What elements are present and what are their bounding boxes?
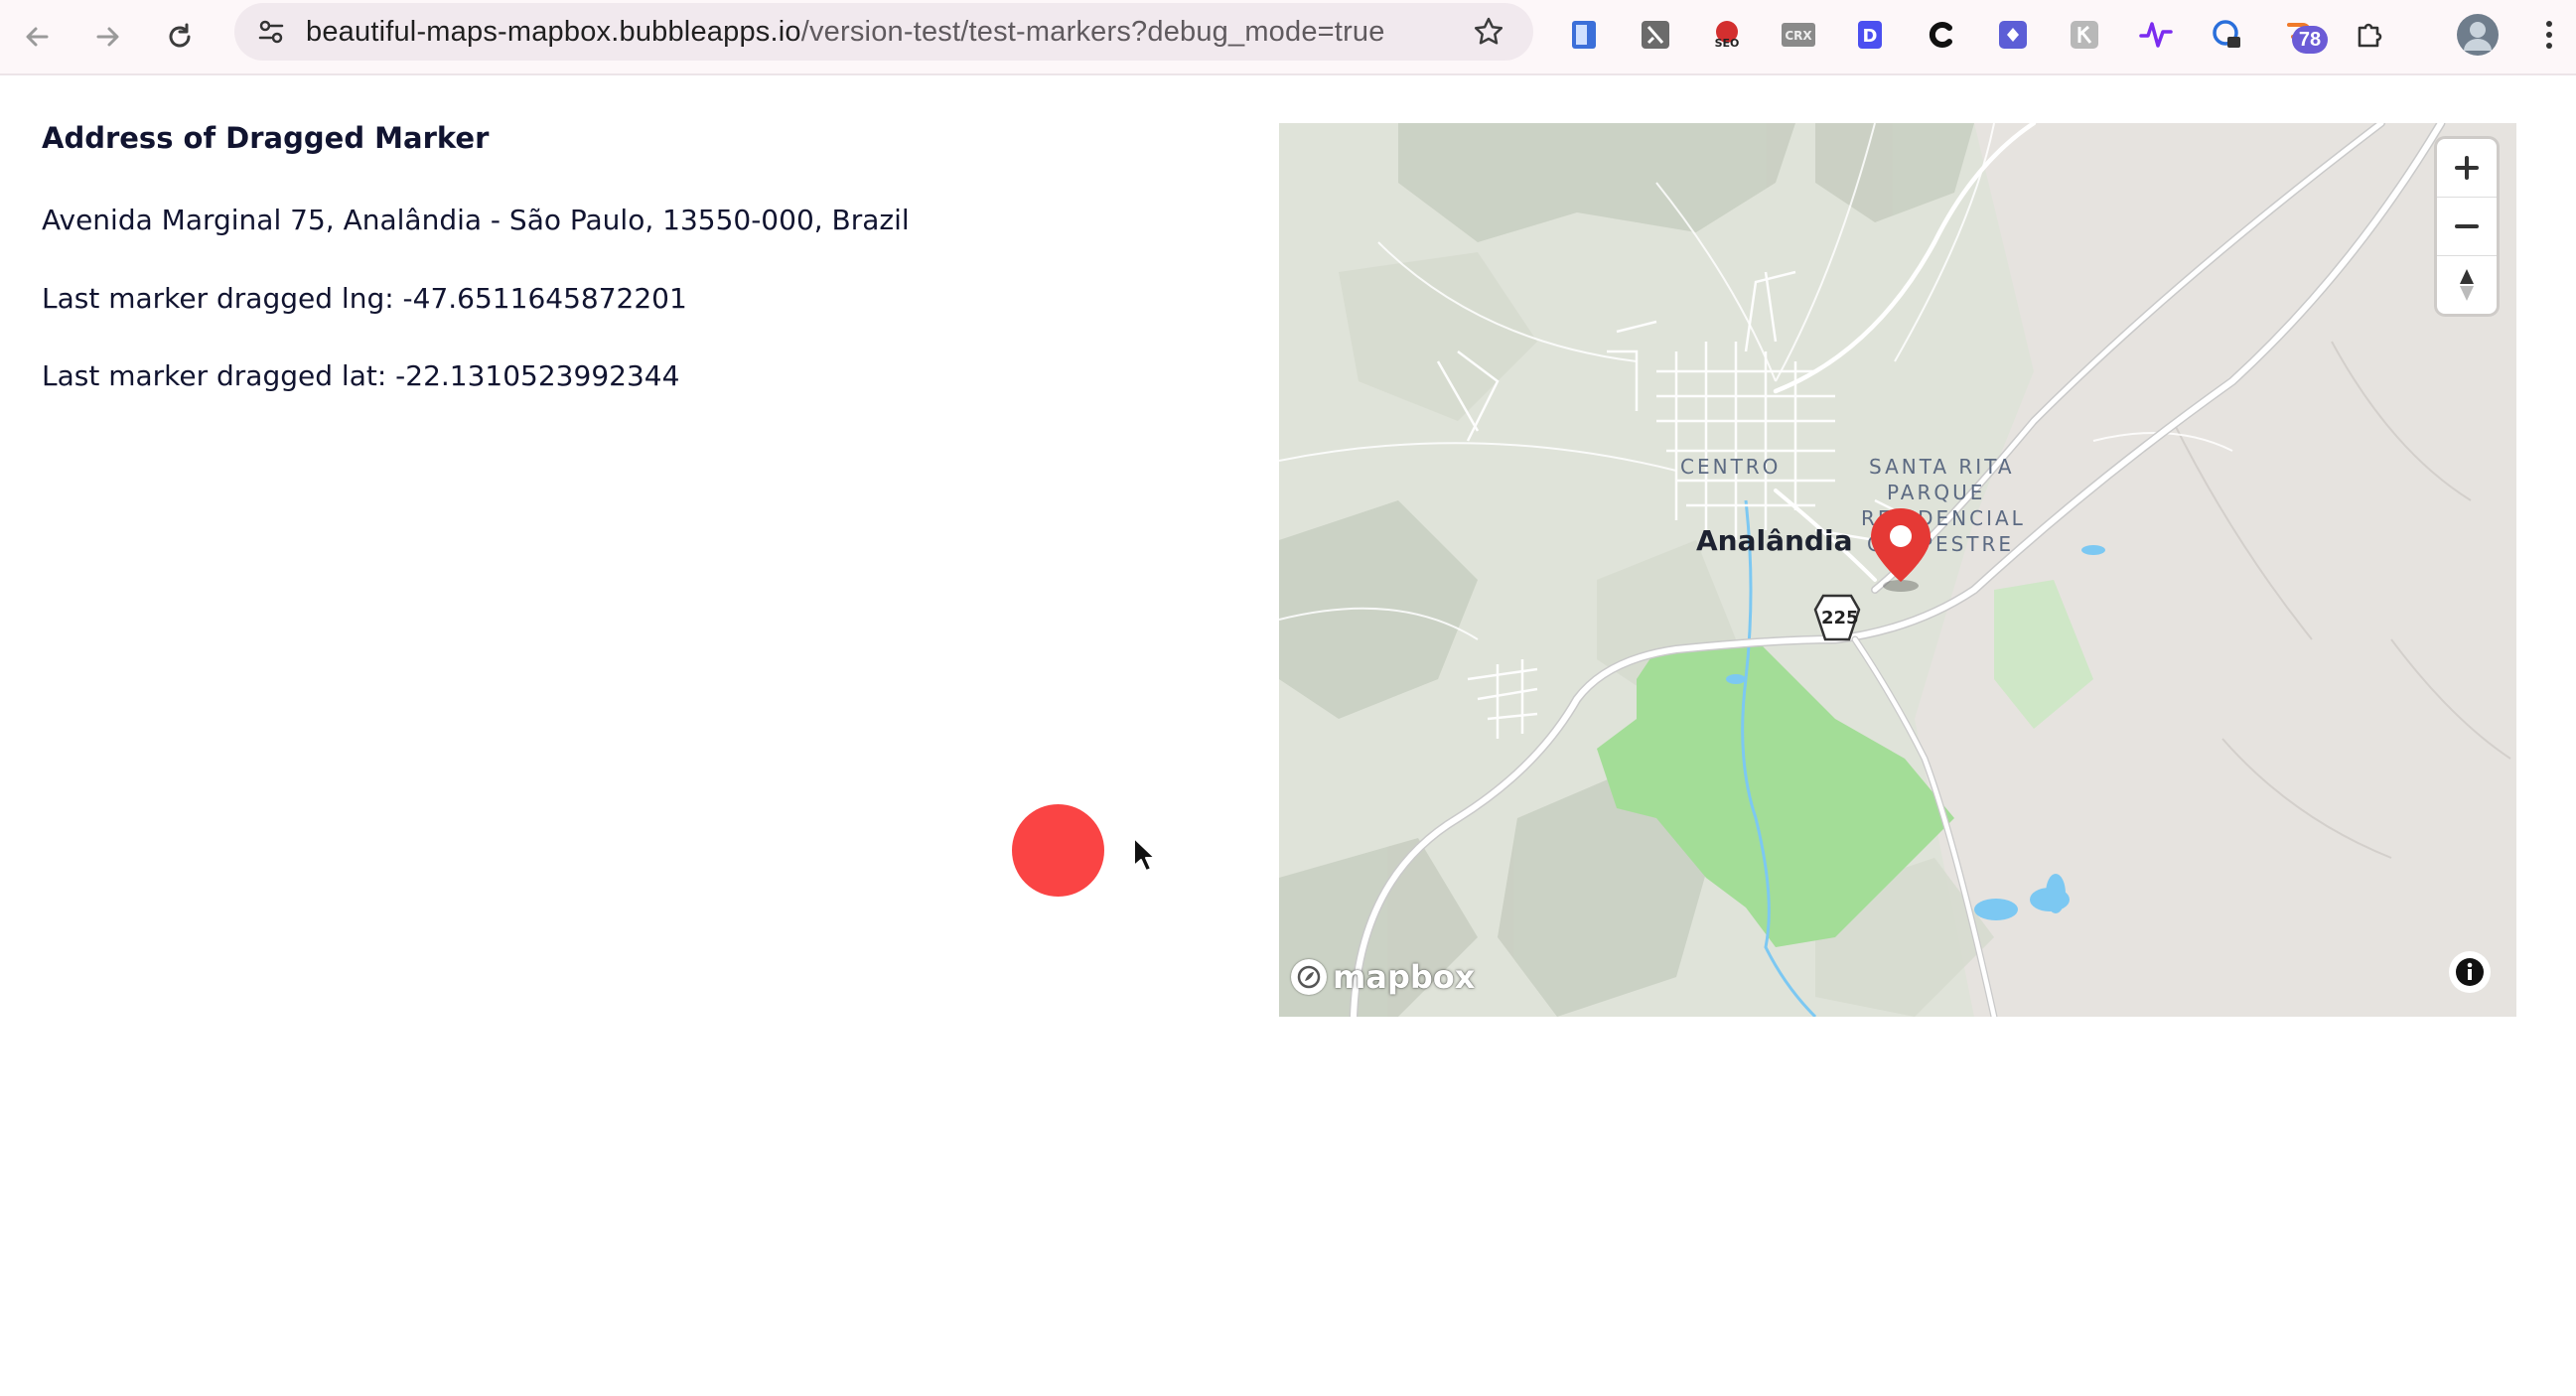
extension-seo-icon[interactable]: SEO [1700, 8, 1754, 62]
address-text: Avenida Marginal 75, Analândia - São Pau… [42, 204, 910, 236]
profile-avatar[interactable] [2451, 8, 2504, 62]
mapbox-logo[interactable]: mapbox [1291, 957, 1475, 997]
extension-book-icon[interactable] [1557, 8, 1611, 62]
map-marker-pin[interactable] [1867, 506, 1934, 599]
forward-arrow-icon[interactable] [81, 10, 135, 64]
map-label-parque: PARQUE [1887, 481, 1986, 504]
extension-puzzle-blue-icon[interactable] [1986, 8, 2040, 62]
extensions-puzzle-icon[interactable] [2344, 8, 2397, 62]
more-menu-icon[interactable] [2522, 8, 2576, 62]
mouse-cursor-icon [1132, 836, 1158, 877]
bookmark-star-icon[interactable] [1462, 5, 1515, 59]
last-lat-text: Last marker dragged lat: -22.13105239923… [42, 359, 680, 392]
mapbox-wordmark: mapbox [1333, 958, 1476, 996]
svg-text:SEO: SEO [1715, 37, 1740, 50]
map-canvas[interactable]: CENTRO SANTA RITA PARQUE RESIDENCIAL CAM… [1279, 123, 2516, 1017]
back-arrow-icon[interactable] [10, 10, 64, 64]
map-label-santa-rita: SANTA RITA [1869, 455, 2015, 479]
reload-icon[interactable] [153, 10, 207, 64]
site-settings-icon[interactable] [244, 5, 298, 59]
svg-text:D: D [1863, 26, 1878, 47]
info-icon[interactable] [2449, 951, 2491, 993]
url-host: beautiful-maps-mapbox.bubbleapps.io [306, 16, 801, 48]
browser-toolbar: beautiful-maps-mapbox.bubbleapps.io/vers… [0, 0, 2576, 75]
extension-badge-count: 78 [2292, 26, 2328, 54]
url-text[interactable]: beautiful-maps-mapbox.bubbleapps.io/vers… [306, 3, 1385, 61]
extension-crx-icon[interactable]: CRX [1772, 8, 1825, 62]
extension-d-icon[interactable]: D [1843, 8, 1897, 62]
zoom-out-icon[interactable] [2437, 198, 2497, 256]
extension-gray-tool-icon[interactable] [1629, 8, 1682, 62]
last-lng-text: Last marker dragged lng: -47.65116458722… [42, 282, 687, 315]
draggable-red-dot[interactable] [1012, 804, 1104, 897]
extension-c-icon[interactable] [1915, 8, 1968, 62]
zoom-in-icon[interactable] [2437, 139, 2497, 198]
map-navigation-control [2437, 139, 2497, 314]
address-bar[interactable]: beautiful-maps-mapbox.bubbleapps.io/vers… [234, 3, 1533, 61]
svg-text:CRX: CRX [1785, 29, 1812, 43]
map-label-town: Analândia [1696, 524, 1853, 557]
url-path: /version-test/test-markers?debug_mode=tr… [800, 16, 1385, 48]
extension-activity-icon[interactable] [2129, 8, 2183, 62]
extension-gray-letter-icon[interactable] [2058, 8, 2111, 62]
map-label-centro: CENTRO [1680, 455, 1782, 479]
mapbox-logo-icon [1291, 959, 1327, 995]
page-title: Address of Dragged Marker [42, 121, 490, 155]
route-shield-label: 225 [1821, 608, 1859, 628]
compass-icon[interactable] [2437, 256, 2497, 314]
extension-lock-search-icon[interactable] [2201, 8, 2254, 62]
